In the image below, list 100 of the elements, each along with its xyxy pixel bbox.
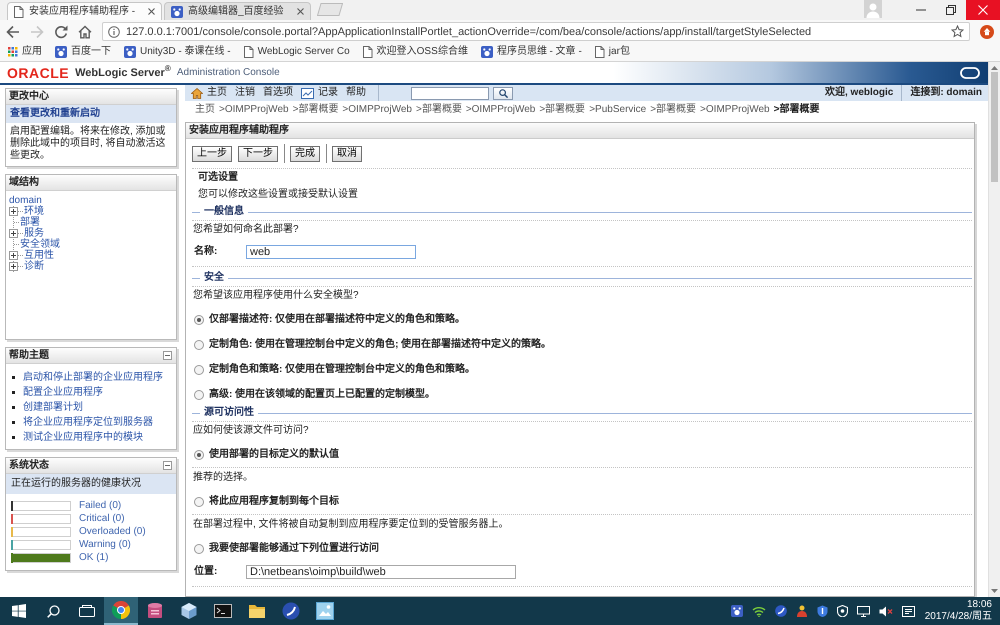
health-status-link[interactable]: Overloaded (0) bbox=[79, 526, 146, 538]
bookmark-link[interactable]: 百度一下 bbox=[55, 46, 111, 58]
help-link[interactable]: 配置企业应用程序 bbox=[23, 386, 103, 398]
breadcrumb-link[interactable]: >PubService bbox=[589, 104, 646, 116]
radio-button[interactable] bbox=[194, 390, 204, 400]
toolbar-link[interactable]: 主页 bbox=[207, 87, 227, 99]
wizard-button[interactable]: 下一步 bbox=[238, 146, 278, 162]
reload-icon[interactable] bbox=[54, 24, 68, 38]
expand-icon[interactable] bbox=[9, 229, 18, 238]
square-logo-icon bbox=[480, 46, 493, 58]
radio-button[interactable] bbox=[194, 365, 204, 375]
muted-speaker-icon[interactable] bbox=[878, 606, 893, 616]
round-badge-icon[interactable] bbox=[980, 24, 994, 38]
health-status-link[interactable]: Warning (0) bbox=[79, 538, 131, 550]
address-field[interactable]: 127.0.0.1:7001/console/console.portal?AppApplicationInstallPortlet_actionOverride=/com/bea/console/actions/app/install/targetStyleSelected bbox=[102, 22, 970, 41]
breadcrumb-link[interactable]: >OIMPProjWeb bbox=[219, 104, 289, 116]
tree-link[interactable]: 环境 bbox=[24, 206, 44, 217]
close-icon[interactable] bbox=[296, 8, 304, 15]
radio-button[interactable] bbox=[194, 450, 204, 460]
bullet-icon bbox=[12, 406, 15, 409]
circle-logo-icon[interactable] bbox=[774, 605, 787, 617]
wizard-button[interactable]: 完成 bbox=[290, 146, 320, 162]
breadcrumb-link[interactable]: >OIMPProjWeb bbox=[342, 104, 412, 116]
breadcrumb-link[interactable]: >OIMPProjWeb bbox=[466, 104, 536, 116]
bookmark-link[interactable]: 欢迎登入OSS综合维 bbox=[362, 46, 468, 58]
clock-time[interactable]: 18:06 bbox=[924, 599, 992, 611]
breadcrumb-link[interactable]: >部署概要 bbox=[539, 104, 586, 116]
console-subtitle: Administration Console bbox=[176, 66, 280, 78]
bookmark-link[interactable]: 应用 bbox=[8, 46, 42, 58]
notification-icon[interactable] bbox=[902, 606, 915, 616]
info-icon[interactable] bbox=[108, 26, 120, 38]
close-icon[interactable] bbox=[148, 8, 156, 15]
question-text: 您希望如何命名此部署? bbox=[193, 224, 300, 236]
close-button[interactable] bbox=[966, 0, 1000, 20]
monitor-icon[interactable] bbox=[856, 606, 870, 616]
bookmark-link[interactable]: jar包 bbox=[594, 46, 630, 58]
breadcrumb-link[interactable]: >部署概要 bbox=[774, 104, 820, 116]
scrollbar-thumb[interactable] bbox=[991, 72, 998, 182]
breadcrumb-link[interactable]: >部署概要 bbox=[650, 104, 696, 116]
collapse-icon[interactable] bbox=[163, 461, 172, 470]
health-status-link[interactable]: OK (1) bbox=[79, 552, 108, 564]
help-link[interactable]: 将企业应用程序定位到服务器 bbox=[23, 416, 153, 428]
document-icon bbox=[594, 46, 605, 58]
home-icon[interactable] bbox=[78, 24, 92, 38]
star-icon[interactable] bbox=[951, 25, 964, 38]
health-status-link[interactable]: Critical (0) bbox=[79, 512, 125, 524]
expand-icon[interactable] bbox=[9, 251, 18, 260]
breadcrumb-link[interactable]: 主页 bbox=[195, 104, 215, 116]
clock-date[interactable]: 2017/4/28/周五 bbox=[924, 611, 992, 623]
shield-icon[interactable] bbox=[816, 605, 828, 617]
search-button[interactable] bbox=[493, 86, 513, 100]
radio-button[interactable] bbox=[194, 497, 204, 507]
bookmark-link[interactable]: 程序员思维 - 文章 - bbox=[480, 46, 582, 58]
figure-icon[interactable] bbox=[796, 605, 808, 617]
search-field[interactable] bbox=[411, 86, 489, 100]
back-arrow-icon[interactable] bbox=[6, 24, 20, 38]
tree-link[interactable]: 安全领域 bbox=[20, 239, 60, 250]
breadcrumb-link[interactable]: >部署概要 bbox=[416, 104, 462, 116]
tree-link[interactable]: 互用性 bbox=[24, 250, 54, 261]
wifi-icon[interactable] bbox=[752, 606, 766, 616]
toolbar-link[interactable]: 帮助 bbox=[346, 87, 366, 99]
text-field[interactable]: D:\netbeans\oimp\build\web bbox=[246, 565, 516, 579]
house-icon bbox=[191, 88, 203, 98]
wizard-button[interactable]: 取消 bbox=[332, 146, 362, 162]
breadcrumb-link[interactable]: >OIMPProjWeb bbox=[700, 104, 770, 116]
folder-icon bbox=[248, 602, 266, 620]
field-label: 位置: bbox=[193, 566, 218, 578]
health-status-link[interactable]: Failed (0) bbox=[79, 500, 122, 512]
text-field[interactable]: web bbox=[246, 245, 416, 259]
wizard-button[interactable]: 上一步 bbox=[192, 146, 232, 162]
scroll-up-arrow-icon[interactable] bbox=[991, 66, 998, 70]
toolbar-link[interactable]: 首选项 bbox=[263, 87, 293, 99]
circle-logo-icon bbox=[282, 602, 300, 620]
radio-button[interactable] bbox=[194, 544, 204, 554]
help-link[interactable]: 创建部署计划 bbox=[23, 402, 83, 414]
toolbar-link[interactable]: 注销 bbox=[235, 87, 255, 99]
breadcrumb-link[interactable]: >部署概要 bbox=[292, 104, 338, 116]
section-heading: 可选设置 bbox=[198, 172, 239, 184]
shield-icon[interactable] bbox=[836, 605, 848, 617]
radio-button[interactable] bbox=[194, 340, 204, 350]
browser-tab[interactable]: 安装应用程序辅助程序 - bbox=[7, 2, 162, 20]
expand-icon[interactable] bbox=[9, 207, 18, 216]
tree-link[interactable]: 服务 bbox=[24, 228, 44, 239]
description-text: 启用配置编辑。将来在修改, 添加或删除此域中的项目时, 将自动激活这些更改。 bbox=[9, 124, 167, 163]
help-link[interactable]: 启动和停止部署的企业应用程序 bbox=[23, 372, 163, 384]
expand-icon[interactable] bbox=[9, 262, 18, 271]
tree-link[interactable]: domain bbox=[9, 195, 42, 206]
view-changes-link[interactable]: 查看更改和重新启动 bbox=[6, 105, 176, 123]
square-logo-icon[interactable] bbox=[730, 605, 743, 617]
tree-link[interactable]: 部署 bbox=[20, 217, 40, 228]
help-link[interactable]: 测试企业应用程序中的模块 bbox=[23, 432, 143, 444]
browser-tab[interactable]: 高级编辑器_百度经验 bbox=[164, 2, 311, 20]
radio-button[interactable] bbox=[194, 315, 204, 325]
scroll-down-arrow-icon[interactable] bbox=[991, 589, 998, 593]
toolbar-link[interactable]: 记录 bbox=[318, 87, 338, 99]
bookmark-link[interactable]: WebLogic Server Co bbox=[244, 46, 350, 58]
collapse-icon[interactable] bbox=[163, 351, 172, 360]
square-logo-icon bbox=[171, 6, 184, 18]
bookmark-link[interactable]: Unity3D - 泰课在线 - bbox=[124, 46, 231, 58]
tree-link[interactable]: 诊断 bbox=[24, 261, 44, 272]
